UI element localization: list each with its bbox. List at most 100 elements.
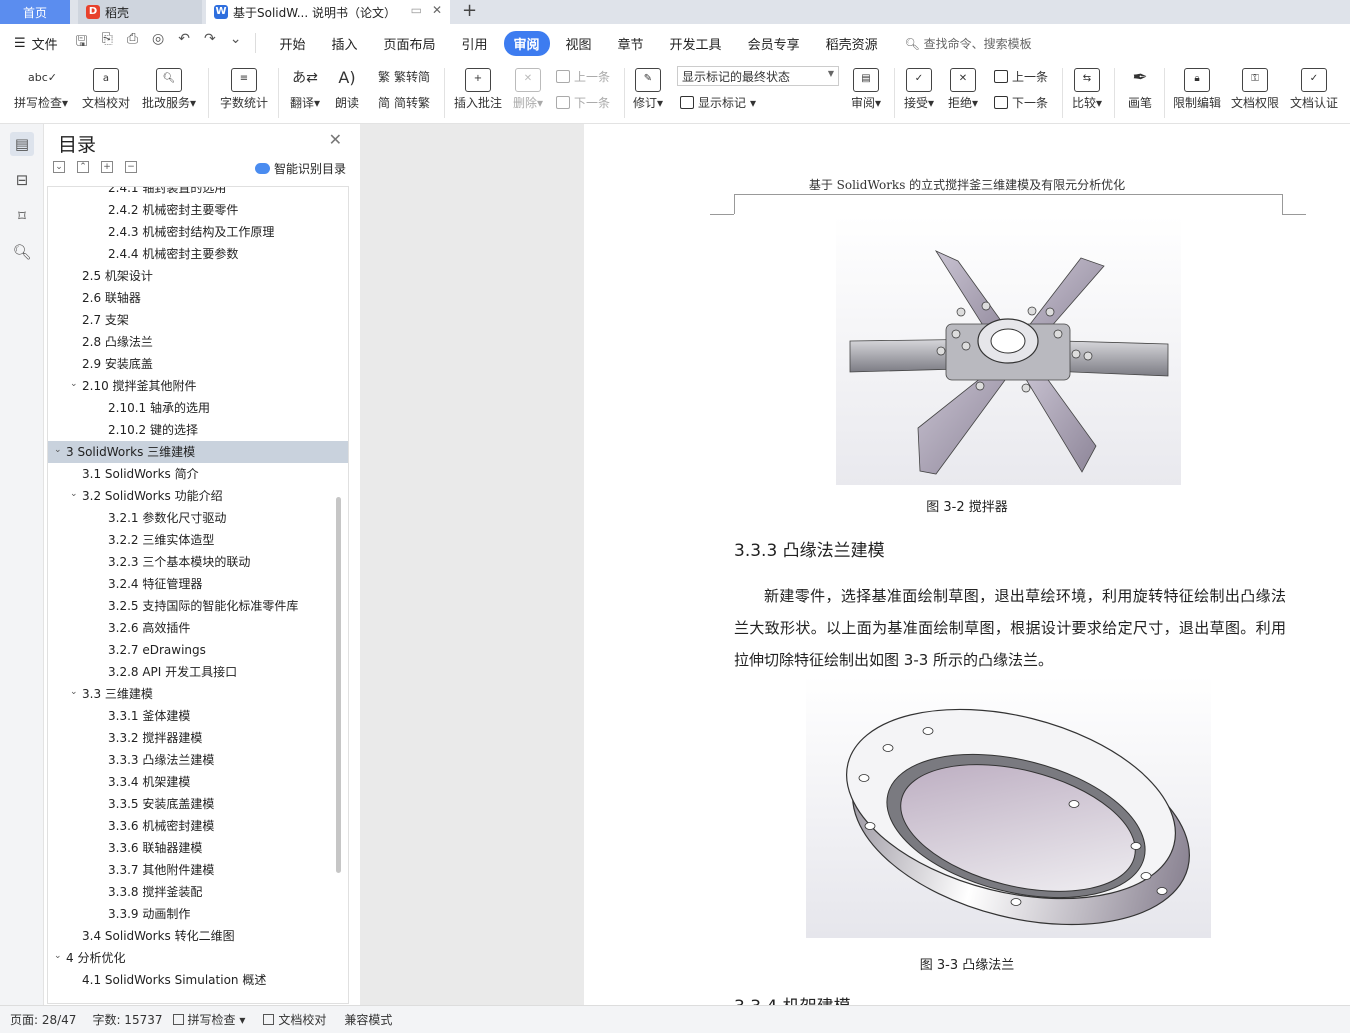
chevron-down-icon[interactable]: ⌄ [70,373,78,395]
toc-item[interactable]: 3.3.2 搅拌器建模 [48,727,348,749]
prev-change-button[interactable]: 上一条 [994,68,1048,85]
next-change-button[interactable]: 下一条 [994,94,1048,111]
chevron-down-icon[interactable]: ⌄ [70,483,78,505]
toc-item[interactable]: 3.2.2 三维实体造型 [48,529,348,551]
page-indicator[interactable]: 页面: 28/47 [10,1011,76,1028]
toc-item[interactable]: 3.3.3 凸缘法兰建模 [48,749,348,771]
toc-scrollbar[interactable] [336,497,341,873]
toc-item[interactable]: 3.2.3 三个基本模块的联动 [48,551,348,573]
tab-document[interactable]: W 基于SolidW... 说明书（论文） ▭ ✕ [206,0,450,24]
toc-item[interactable]: 3.3.9 动画制作 [48,903,348,925]
doc-check-button[interactable]: a 文档校对 [80,68,132,111]
document-page[interactable]: 基于 SolidWorks 的立式搅拌釜三维建模及有限元分析优化 图 3-2 搅… [584,124,1350,1005]
file-menu[interactable]: ☰ 文件 [14,34,58,53]
toc-item[interactable]: 2.8 凸缘法兰 [48,331,348,353]
close-tab-icon[interactable]: ✕ [432,3,442,17]
toc-panel-icon[interactable]: ▤ [10,132,34,156]
print-icon[interactable]: ⎙ [127,31,138,55]
tab-insert[interactable]: 插入 [321,31,367,56]
toc-item[interactable]: ⌄ 3.3 三维建模 [48,683,348,705]
toc-item[interactable]: 3.2.8 API 开发工具接口 [48,661,348,683]
tab-developer[interactable]: 开发工具 [660,31,732,56]
translate-button[interactable]: あ⇄ 翻译▾ [284,68,326,111]
toc-item[interactable]: 3.1 SolidWorks 简介 [48,463,348,485]
toc-item[interactable]: ⌄ 3.2 SolidWorks 功能介绍 [48,485,348,507]
spell-check-button[interactable]: abc✓ 拼写检查▾ [10,68,72,111]
chevron-down-icon[interactable]: ⌄ [54,439,62,461]
toc-item[interactable]: ⌄ 4 分析优化 [48,947,348,969]
bookmark-icon[interactable]: ⌑ [10,204,34,228]
reject-button[interactable]: ✕ 拒绝▾ [944,68,982,111]
mark-state-select[interactable]: 显示标记的最终状态 ▼ [677,66,839,86]
tab-references[interactable]: 引用 [451,31,497,56]
next-comment-button[interactable]: 下一条 [556,94,610,111]
toc-item[interactable]: 3.4 SolidWorks 转化二维图 [48,925,348,947]
track-changes-button[interactable]: ✎ 修订▾ [630,68,666,111]
tab-member[interactable]: 会员专享 [738,31,810,56]
toc-item[interactable]: 3.2.6 高效插件 [48,617,348,639]
chevron-down-icon[interactable]: ⌄ [70,681,78,703]
toc-item[interactable]: 2.10.2 键的选择 [48,419,348,441]
nav-panel-icon[interactable]: ⊟ [10,168,34,192]
tab-review[interactable]: 审阅 [503,30,550,56]
toc-item[interactable]: 2.4.4 机械密封主要参数 [48,243,348,265]
tab-daoke-resources[interactable]: 稻壳资源 [816,31,888,56]
review-pane-button[interactable]: ▤ 审阅▾ [846,68,886,111]
compare-button[interactable]: ⇆ 比较▾ [1068,68,1106,111]
insert-comment-button[interactable]: + 插入批注 [452,68,504,111]
pen-button[interactable]: ✒ 画笔 [1122,68,1158,111]
restrict-edit-button[interactable]: 🔒︎ 限制编辑 [1170,68,1224,111]
toc-item[interactable]: 3.2.4 特征管理器 [48,573,348,595]
toc-item[interactable]: 3.3.6 机械密封建模 [48,815,348,837]
close-icon[interactable]: ✕ [329,130,342,149]
tab-chapter[interactable]: 章节 [608,31,654,56]
trad-to-simp-button[interactable]: 繁繁转简 [378,68,430,85]
simp-to-trad-button[interactable]: 简简转繁 [378,94,430,111]
new-tab-button[interactable]: + [462,0,477,21]
read-aloud-button[interactable]: A) 朗读 [330,68,364,111]
accept-button[interactable]: ✓ 接受▾ [900,68,938,111]
toc-item[interactable]: 3.3.7 其他附件建模 [48,859,348,881]
toc-item[interactable]: 3.3.6 联轴器建模 [48,837,348,859]
expand-all-icon[interactable]: ⌄ [53,161,65,173]
toc-item[interactable]: 3.3.8 搅拌釜装配 [48,881,348,903]
toc-item[interactable]: ⌄ 2.10 搅拌釜其他附件 [48,375,348,397]
batch-service-button[interactable]: 🔍︎ 批改服务▾ [138,68,200,111]
undo-icon[interactable]: ↶ [178,31,190,55]
window-monitor-icon[interactable]: ▭ [411,3,422,17]
toc-item[interactable]: 2.4.1 轴封装置的选用 [48,187,348,199]
toc-item[interactable]: 3.3.5 安装底盖建模 [48,793,348,815]
tab-view[interactable]: 视图 [556,31,602,56]
spell-check-status[interactable]: 拼写检查 ▾ [172,1011,245,1028]
prev-comment-button[interactable]: 上一条 [556,68,610,85]
tab-page-layout[interactable]: 页面布局 [373,31,445,56]
word-count-button[interactable]: ≡ 字数统计 [216,68,272,111]
redo-icon[interactable]: ↷ [204,31,216,55]
toc-item[interactable]: 2.5 机架设计 [48,265,348,287]
toc-item[interactable]: 3.2.1 参数化尺寸驱动 [48,507,348,529]
add-item-icon[interactable]: + [101,161,113,173]
toc-item[interactable]: 3.3.4 机架建模 [48,771,348,793]
doc-permission-button[interactable]: ⚿ 文档权限 [1228,68,1282,111]
tab-home[interactable]: 首页 [0,0,70,24]
toc-item[interactable]: 3.3.1 釜体建模 [48,705,348,727]
collapse-all-icon[interactable]: ⌃ [77,161,89,173]
toc-item[interactable]: 3.2.5 支持国际的智能化标准零件库 [48,595,348,617]
save-icon[interactable]: 🖫 [76,31,88,55]
print-preview-icon[interactable]: ◎ [152,31,164,55]
toc-item[interactable]: ⌄ 3 SolidWorks 三维建模 [48,441,348,463]
search-icon[interactable]: 🔍︎ [10,240,34,264]
toc-item[interactable]: 2.4.3 机械密封结构及工作原理 [48,221,348,243]
customize-dropdown-icon[interactable]: ⌄ [230,31,242,55]
toc-item[interactable]: 2.4.2 机械密封主要零件 [48,199,348,221]
toc-item[interactable]: 2.6 联轴器 [48,287,348,309]
toc-item[interactable]: 4.1 SolidWorks Simulation 概述 [48,969,348,991]
toc-item[interactable]: 2.7 支架 [48,309,348,331]
toc-item[interactable]: 2.9 安装底盖 [48,353,348,375]
toc-item[interactable]: 2.10.1 轴承的选用 [48,397,348,419]
show-marks-button[interactable]: 显示标记 ▾ [680,94,756,111]
tab-daoke[interactable]: D 稻壳 [78,0,202,24]
tab-start[interactable]: 开始 [269,31,315,56]
delete-comment-button[interactable]: ✕ 删除▾ [510,68,546,111]
toc-item[interactable]: 3.2.7 eDrawings [48,639,348,661]
